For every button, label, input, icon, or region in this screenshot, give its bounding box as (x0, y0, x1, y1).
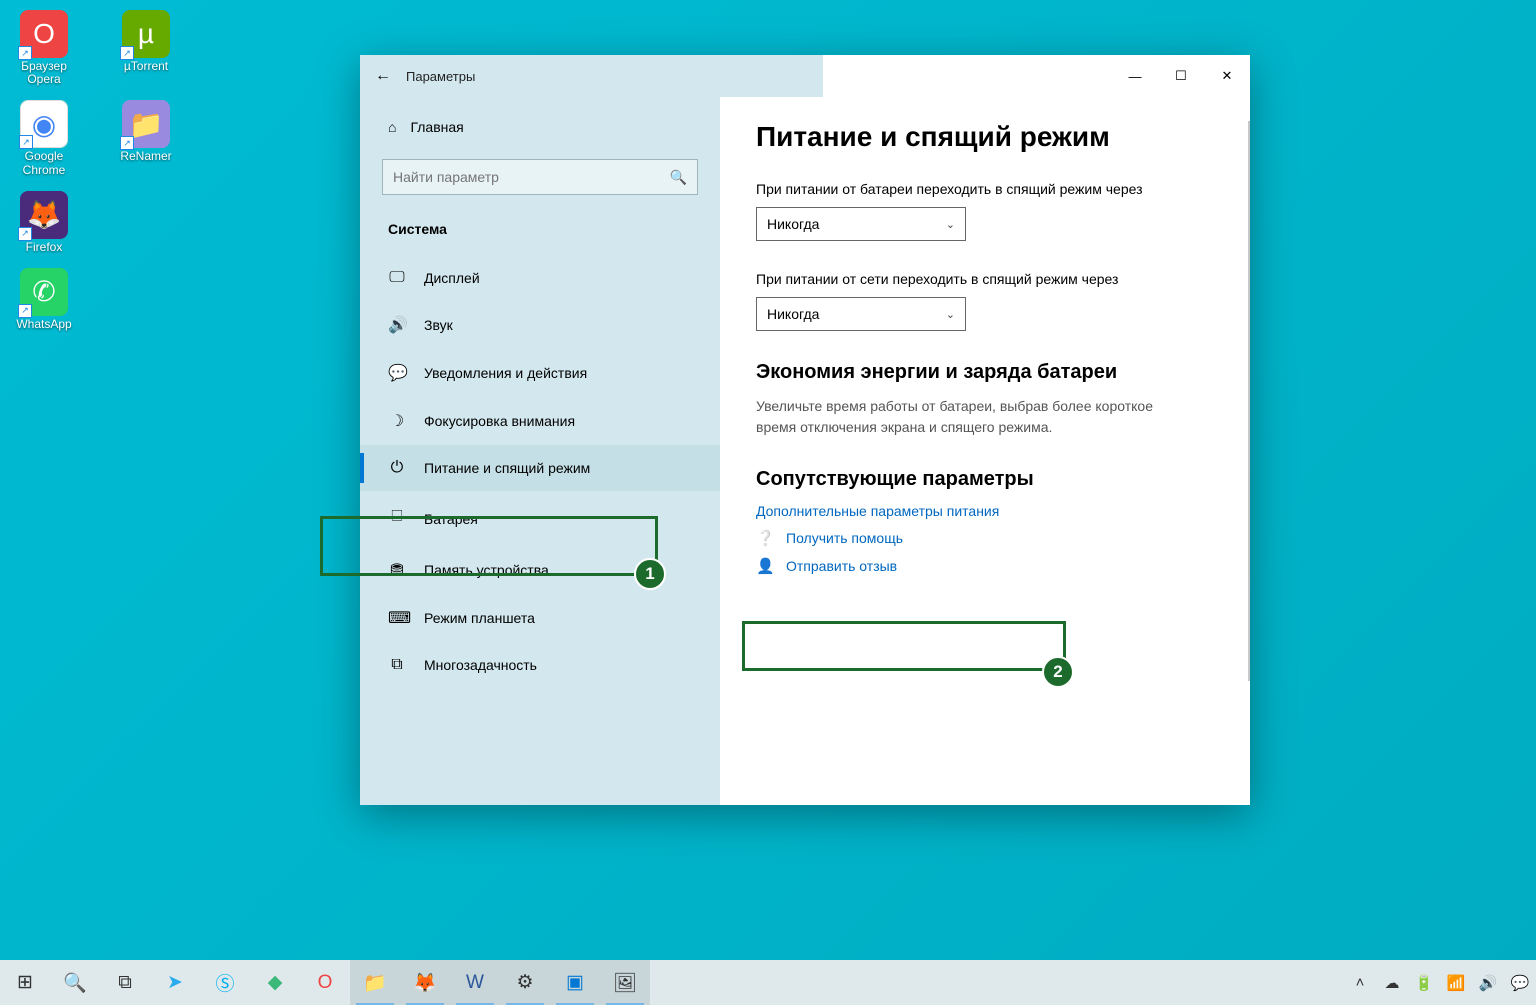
tray-chevron-up-icon[interactable]: ˄ (1344, 960, 1376, 1005)
nav-power[interactable]: ⏻Питание и спящий режим (360, 445, 720, 491)
search-input[interactable] (393, 169, 670, 185)
nav-multitask[interactable]: ⧉Многозадачность (360, 642, 720, 688)
chevron-down-icon: ⌄ (946, 218, 955, 231)
section-label: Система (360, 213, 720, 255)
nav-sound[interactable]: 🔊Звук (360, 301, 720, 349)
desktop-icon-opera[interactable]: O↗ Браузер Opera (8, 10, 80, 86)
nav-tablet[interactable]: ⌨Режим планшета (360, 594, 720, 642)
taskbar-telegram[interactable]: ➤ (150, 960, 200, 1005)
minimize-button[interactable]: ― (1112, 55, 1158, 97)
link-additional-power[interactable]: Дополнительные параметры питания (756, 503, 1214, 519)
tray-cloud-icon[interactable]: ☁ (1376, 960, 1408, 1005)
desktop-icon-chrome[interactable]: ◉↗ Google Chrome (8, 100, 80, 176)
taskbar-app1[interactable]: ▣ (550, 960, 600, 1005)
power-icon: ⏻ (388, 459, 406, 477)
home-icon: ⌂ (388, 119, 396, 135)
ac-sleep-label: При питании от сети переходить в спящий … (756, 271, 1214, 287)
storage-icon: ⛃ (388, 560, 406, 580)
notifications-icon: 💬 (388, 363, 406, 383)
battery-sleep-label: При питании от батареи переходить в спящ… (756, 181, 1214, 197)
sound-icon: 🔊 (388, 315, 406, 335)
taskbar-photos[interactable]: 🖼 (600, 960, 650, 1005)
display-icon: 🖵 (388, 269, 406, 287)
search-box[interactable]: 🔍 (382, 159, 698, 195)
help-icon: ❔ (756, 529, 774, 547)
energy-desc: Увеличьте время работы от батареи, выбра… (756, 396, 1176, 438)
desktop-icon-whatsapp[interactable]: ✆↗ WhatsApp (8, 268, 80, 331)
taskbar-firefox[interactable]: 🦊 (400, 960, 450, 1005)
titlebar: ← Параметры ― ☐ ✕ (360, 55, 1250, 97)
system-tray: ˄ ☁ 🔋 📶 🔊 💬 (1344, 960, 1536, 1005)
chevron-down-icon: ⌄ (946, 308, 955, 321)
desktop-icon-firefox[interactable]: 🦊↗ Firefox (8, 191, 80, 254)
nav-display[interactable]: 🖵Дисплей (360, 255, 720, 301)
focus-icon: ☽ (388, 411, 406, 431)
tray-battery-icon[interactable]: 🔋 (1408, 960, 1440, 1005)
tray-action-center-icon[interactable]: 💬 (1504, 960, 1536, 1005)
tablet-icon: ⌨ (388, 608, 406, 628)
nav-storage[interactable]: ⛃Память устройства (360, 546, 720, 594)
taskbar-opera[interactable]: O (300, 960, 350, 1005)
sidebar: ⌂ Главная 🔍 Система 🖵Дисплей 🔊Звук 💬Увед… (360, 97, 720, 805)
ac-sleep-select[interactable]: Никогда ⌄ (756, 297, 966, 331)
maximize-button[interactable]: ☐ (1158, 55, 1204, 97)
taskbar-skype[interactable]: Ⓢ (200, 960, 250, 1005)
energy-heading: Экономия энергии и заряда батареи (756, 361, 1214, 384)
multitask-icon: ⧉ (388, 656, 406, 674)
task-view[interactable]: ⧉ (100, 960, 150, 1005)
window-title: Параметры (406, 69, 475, 84)
taskbar-explorer[interactable]: 📁 (350, 960, 400, 1005)
taskbar-settings[interactable]: ⚙ (500, 960, 550, 1005)
tray-wifi-icon[interactable]: 📶 (1440, 960, 1472, 1005)
nav-home[interactable]: ⌂ Главная (360, 109, 720, 145)
battery-sleep-select[interactable]: Никогда ⌄ (756, 207, 966, 241)
feedback-icon: 👤 (756, 557, 774, 575)
taskbar-search[interactable]: 🔍 (50, 960, 100, 1005)
desktop-icon-utorrent[interactable]: µ↗ µTorrent (110, 10, 182, 86)
page-heading: Питание и спящий режим (756, 121, 1214, 153)
taskbar: ⊞ 🔍 ⧉ ➤ Ⓢ ◆ O 📁 🦊 W ⚙ ▣ 🖼 ˄ ☁ 🔋 📶 🔊 💬 (0, 960, 1536, 1005)
close-button[interactable]: ✕ (1204, 55, 1250, 97)
scrollbar[interactable] (1248, 121, 1250, 681)
taskbar-wondershare[interactable]: ◆ (250, 960, 300, 1005)
nav-battery[interactable]: 🗆Батарея (360, 491, 720, 546)
related-heading: Сопутствующие параметры (756, 468, 1214, 491)
content-pane: Питание и спящий режим При питании от ба… (720, 97, 1250, 805)
battery-icon: 🗆 (388, 505, 406, 532)
link-feedback[interactable]: Отправить отзыв (786, 558, 897, 574)
tray-volume-icon[interactable]: 🔊 (1472, 960, 1504, 1005)
taskbar-word[interactable]: W (450, 960, 500, 1005)
desktop-icons: O↗ Браузер Opera µ↗ µTorrent ◉↗ Google C… (8, 10, 182, 331)
back-button[interactable]: ← (360, 67, 406, 85)
desktop-icon-renamer[interactable]: 📁↗ ReNamer (110, 100, 182, 176)
search-icon: 🔍 (670, 169, 687, 186)
nav-notifications[interactable]: 💬Уведомления и действия (360, 349, 720, 397)
link-get-help[interactable]: Получить помощь (786, 530, 903, 546)
settings-window: ← Параметры ― ☐ ✕ ⌂ Главная 🔍 Система 🖵Д… (360, 55, 1250, 805)
start-button[interactable]: ⊞ (0, 960, 50, 1005)
nav-focus[interactable]: ☽Фокусировка внимания (360, 397, 720, 445)
